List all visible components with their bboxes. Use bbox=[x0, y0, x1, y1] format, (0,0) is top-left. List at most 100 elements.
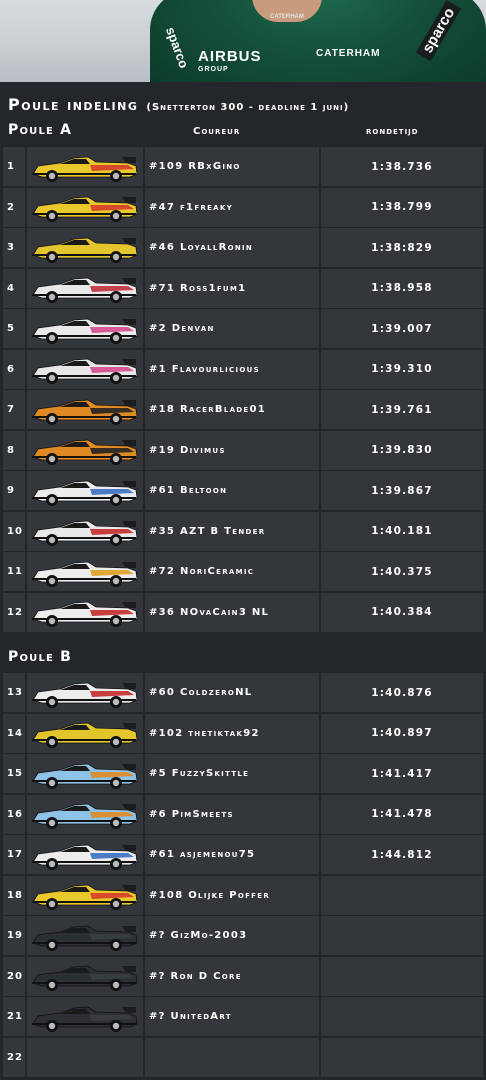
driver-cell: #? UnitedArt bbox=[145, 997, 319, 1036]
position-number: 1 bbox=[7, 161, 15, 172]
laptime-cell: 1:40.876 bbox=[321, 673, 483, 712]
table-row: 11 #72 NoriCeramic 1:40.375 bbox=[3, 552, 483, 591]
laptime-cell bbox=[321, 1037, 483, 1077]
position-number: 19 bbox=[7, 930, 23, 941]
car-livery-image bbox=[32, 156, 138, 182]
driver-cell: #102 thetiktak92 bbox=[145, 713, 319, 753]
position-number: 11 bbox=[7, 566, 23, 577]
laptime-value: 1:40.181 bbox=[371, 525, 433, 537]
driver-cell: #60 ColdzeroNL bbox=[145, 673, 319, 712]
position-cell: 1 bbox=[3, 147, 25, 186]
table-row: 8 #19 Divimus 1:39.830 bbox=[3, 430, 483, 470]
laptime-value: 1:39.830 bbox=[371, 444, 433, 456]
laptime-cell: 1:40.384 bbox=[321, 592, 483, 632]
laptime-cell bbox=[321, 997, 483, 1036]
position-cell: 4 bbox=[3, 268, 25, 308]
position-cell: 16 bbox=[3, 794, 25, 834]
driver-cell: #72 NoriCeramic bbox=[145, 552, 319, 591]
laptime-value: 1:39.761 bbox=[371, 403, 433, 416]
driver-cell: #71 Ross1fum1 bbox=[145, 268, 319, 308]
laptime-cell: 1:39.310 bbox=[321, 349, 483, 389]
laptime-cell: 1:40.897 bbox=[321, 713, 483, 753]
laptime-value: 1:40.876 bbox=[371, 686, 433, 699]
position-cell: 2 bbox=[3, 187, 25, 227]
driver-name: #61 Beltoon bbox=[149, 485, 228, 496]
car-cell bbox=[27, 835, 143, 874]
car-cell bbox=[27, 511, 143, 551]
position-cell: 18 bbox=[3, 875, 25, 915]
driver-cell: #36 NOvaCain3 NL bbox=[145, 592, 319, 632]
page-title: Poule indeling (Snetterton 300 - deadline… bbox=[8, 95, 349, 114]
position-number: 8 bbox=[7, 444, 15, 456]
poule-b-heading: Poule B bbox=[8, 649, 73, 665]
position-cell: 3 bbox=[3, 228, 25, 267]
laptime-value: 1:40.384 bbox=[371, 606, 433, 618]
car-cell bbox=[27, 1037, 143, 1077]
table-row: 19 #? GizMo-2003 bbox=[3, 916, 483, 955]
car-cell bbox=[27, 997, 143, 1036]
position-cell: 15 bbox=[3, 754, 25, 793]
laptime-cell: 1:41.478 bbox=[321, 794, 483, 834]
driver-cell: #1 Flavourlicious bbox=[145, 349, 319, 389]
laptime-value: 1:41.478 bbox=[371, 808, 433, 820]
page-subtitle: (Snetterton 300 - deadline 1 juni) bbox=[146, 102, 350, 113]
car-livery-image bbox=[32, 561, 138, 587]
laptime-value: 1:38.799 bbox=[371, 201, 433, 213]
table-row: 21 #? UnitedArt bbox=[3, 997, 483, 1036]
position-cell: 9 bbox=[3, 471, 25, 510]
position-number: 5 bbox=[7, 323, 15, 334]
position-number: 15 bbox=[7, 768, 23, 779]
car-livery-image bbox=[32, 965, 138, 991]
poule-a-heading: Poule A bbox=[8, 122, 73, 138]
position-cell: 20 bbox=[3, 956, 25, 996]
table-row: 13 #60 ColdzeroNL 1:40.876 bbox=[3, 673, 483, 712]
position-number: 10 bbox=[7, 525, 23, 537]
driver-name: #61 asjemenou75 bbox=[149, 849, 256, 860]
car-livery-image bbox=[32, 763, 138, 789]
table-row: 18 #108 Olijke Poffer bbox=[3, 875, 483, 915]
table-row: 2 #47 f1freaky 1:38.799 bbox=[3, 187, 483, 227]
car-cell bbox=[27, 875, 143, 915]
driver-name: #5 FuzzySkittle bbox=[149, 768, 250, 779]
car-cell bbox=[27, 956, 143, 996]
driver-name: #108 Olijke Poffer bbox=[149, 889, 271, 901]
driver-name: #71 Ross1fum1 bbox=[149, 282, 247, 294]
car-livery-image bbox=[32, 925, 138, 951]
position-number: 17 bbox=[7, 849, 23, 860]
position-number: 22 bbox=[7, 1051, 23, 1063]
car-livery-image bbox=[32, 722, 138, 748]
table-row: 3 #46 LoyallRonin 1:38:829 bbox=[3, 228, 483, 267]
table-row: 7 #18 RacerBlade01 1:39.761 bbox=[3, 390, 483, 429]
car-livery-image bbox=[32, 237, 138, 263]
laptime-value: 1:41.417 bbox=[371, 767, 433, 780]
driver-name: #18 RacerBlade01 bbox=[149, 404, 267, 415]
car-livery-image bbox=[32, 803, 138, 829]
laptime-value: 1:39.310 bbox=[371, 363, 433, 375]
car-livery-image bbox=[32, 480, 138, 506]
car-cell bbox=[27, 187, 143, 227]
position-cell: 8 bbox=[3, 430, 25, 470]
driver-name: #60 ColdzeroNL bbox=[149, 687, 253, 698]
laptime-cell: 1:40.181 bbox=[321, 511, 483, 551]
position-number: 6 bbox=[7, 363, 15, 375]
sponsor-caterham: CATERHAM bbox=[316, 48, 381, 59]
position-cell: 11 bbox=[3, 552, 25, 591]
laptime-value: 1:40.375 bbox=[371, 565, 433, 578]
laptime-cell: 1:38:829 bbox=[321, 228, 483, 267]
car-cell bbox=[27, 228, 143, 267]
sponsor-caterham-small: CATERHAM bbox=[270, 14, 304, 20]
laptime-value: 1:44.812 bbox=[371, 848, 433, 861]
position-cell: 10 bbox=[3, 511, 25, 551]
car-cell bbox=[27, 552, 143, 591]
laptime-value: 1:38:829 bbox=[371, 241, 433, 254]
laptime-cell: 1:39.867 bbox=[321, 471, 483, 510]
driver-name: #? UnitedArt bbox=[149, 1011, 232, 1022]
table-row: 15 #5 FuzzySkittle 1:41.417 bbox=[3, 754, 483, 793]
column-header-driver: Coureur bbox=[193, 126, 241, 137]
driver-cell: #61 Beltoon bbox=[145, 471, 319, 510]
table-row: 10 #35 AZT B Tender 1:40.181 bbox=[3, 511, 483, 551]
position-number: 7 bbox=[7, 404, 15, 415]
table-row: 6 #1 Flavourlicious 1:39.310 bbox=[3, 349, 483, 389]
position-cell: 5 bbox=[3, 309, 25, 348]
laptime-cell: 1:39.007 bbox=[321, 309, 483, 348]
